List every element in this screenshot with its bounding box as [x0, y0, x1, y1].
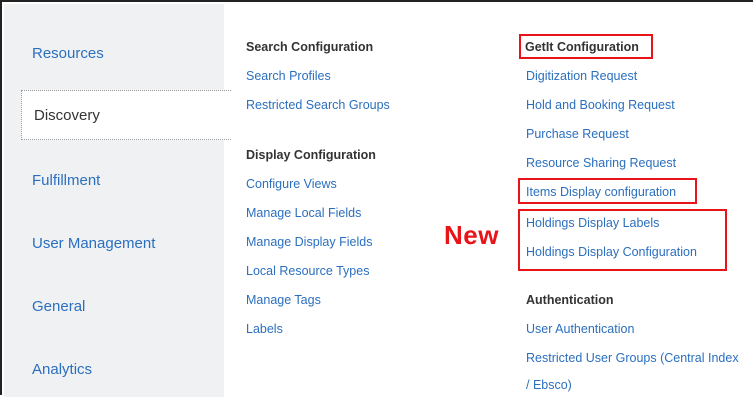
user-authentication-link[interactable]: User Authentication	[526, 322, 634, 336]
manage-display-fields-link[interactable]: Manage Display Fields	[246, 235, 372, 249]
configuration-window: Resources Discovery Fulfillment User Man…	[0, 0, 753, 397]
sidebar-item-general[interactable]: General	[4, 281, 224, 331]
display-configuration-heading: Display Configuration	[246, 148, 376, 162]
sidebar-item-fulfillment[interactable]: Fulfillment	[4, 155, 224, 205]
search-profiles-link[interactable]: Search Profiles	[246, 69, 331, 83]
sidebar-item-discovery[interactable]: Discovery	[21, 90, 231, 140]
items-display-configuration-link[interactable]: Items Display configuration	[526, 185, 676, 199]
restricted-user-groups-link[interactable]: Restricted User Groups (Central Index	[526, 351, 739, 365]
manage-local-fields-link[interactable]: Manage Local Fields	[246, 206, 361, 220]
restricted-search-groups-link[interactable]: Restricted Search Groups	[246, 98, 390, 112]
sidebar-item-resources[interactable]: Resources	[4, 28, 224, 78]
authentication-heading: Authentication	[526, 293, 614, 307]
sidebar-item-analytics[interactable]: Analytics	[4, 344, 224, 394]
sidebar-item-user-management[interactable]: User Management	[4, 218, 224, 268]
labels-link[interactable]: Labels	[246, 322, 283, 336]
search-configuration-heading: Search Configuration	[246, 40, 374, 54]
sidebar: Resources Discovery Fulfillment User Man…	[4, 4, 231, 397]
getit-configuration-heading: GetIt Configuration	[525, 40, 639, 54]
hold-and-booking-request-link[interactable]: Hold and Booking Request	[526, 98, 675, 112]
configure-views-link[interactable]: Configure Views	[246, 177, 337, 191]
new-annotation-label: New	[444, 220, 499, 250]
local-resource-types-link[interactable]: Local Resource Types	[246, 264, 369, 278]
resource-sharing-request-link[interactable]: Resource Sharing Request	[526, 156, 676, 170]
holdings-display-configuration-link[interactable]: Holdings Display Configuration	[526, 245, 697, 259]
purchase-request-link[interactable]: Purchase Request	[526, 127, 629, 141]
holdings-display-labels-link[interactable]: Holdings Display Labels	[526, 216, 659, 230]
digitization-request-link[interactable]: Digitization Request	[526, 69, 637, 83]
restricted-user-groups-link-continued[interactable]: / Ebsco)	[526, 378, 572, 392]
manage-tags-link[interactable]: Manage Tags	[246, 293, 321, 307]
